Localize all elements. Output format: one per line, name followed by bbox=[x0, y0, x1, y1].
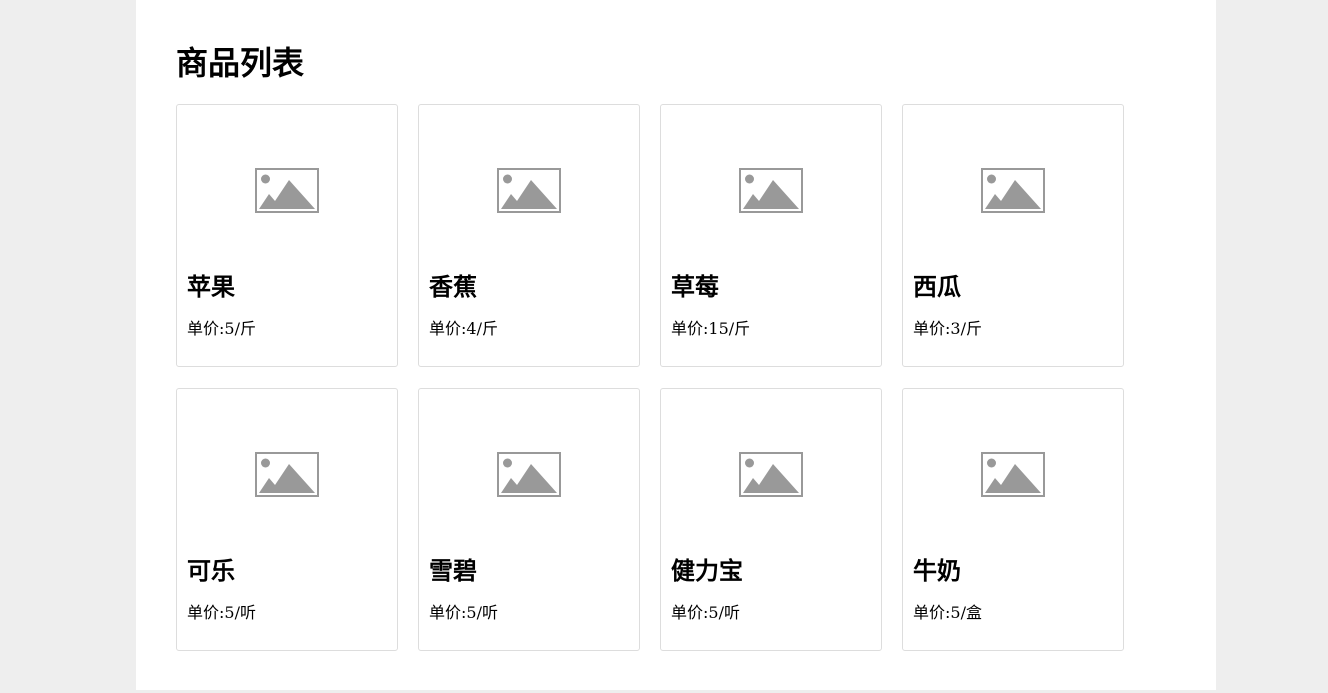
page-title: 商品列表 bbox=[176, 44, 305, 82]
price-value: 5/斤 bbox=[224, 319, 256, 338]
price-value: 5/盒 bbox=[950, 603, 982, 622]
product-grid: 苹果 单价:5/斤 香蕉 单价:4/斤 草莓 单价:15/斤 西瓜 单价:3/斤… bbox=[176, 104, 1176, 651]
image-placeholder-icon bbox=[739, 451, 803, 497]
price-label: 单价: bbox=[429, 319, 467, 338]
price-value: 5/听 bbox=[466, 603, 498, 622]
product-price: 单价:15/斤 bbox=[671, 318, 750, 340]
image-placeholder-icon bbox=[739, 167, 803, 213]
image-placeholder-icon bbox=[981, 451, 1045, 497]
price-label: 单价: bbox=[429, 603, 467, 622]
price-value: 15/斤 bbox=[708, 319, 751, 338]
product-card[interactable]: 牛奶 单价:5/盒 bbox=[902, 388, 1124, 651]
product-card[interactable]: 香蕉 单价:4/斤 bbox=[418, 104, 640, 367]
price-label: 单价: bbox=[671, 603, 709, 622]
product-card[interactable]: 健力宝 单价:5/听 bbox=[660, 388, 882, 651]
product-name: 可乐 bbox=[187, 556, 235, 585]
image-placeholder-icon bbox=[255, 451, 319, 497]
product-card[interactable]: 草莓 单价:15/斤 bbox=[660, 104, 882, 367]
product-card[interactable]: 可乐 单价:5/听 bbox=[176, 388, 398, 651]
price-label: 单价: bbox=[187, 603, 225, 622]
product-name: 香蕉 bbox=[429, 272, 477, 301]
image-placeholder-icon bbox=[255, 167, 319, 213]
product-card[interactable]: 苹果 单价:5/斤 bbox=[176, 104, 398, 367]
product-price: 单价:5/听 bbox=[187, 602, 256, 624]
image-placeholder-icon bbox=[981, 167, 1045, 213]
product-image bbox=[419, 389, 639, 559]
product-image bbox=[661, 389, 881, 559]
product-image bbox=[903, 389, 1123, 559]
product-name: 健力宝 bbox=[671, 556, 743, 585]
product-price: 单价:5/听 bbox=[671, 602, 740, 624]
price-label: 单价: bbox=[913, 319, 951, 338]
main-content: 商品列表 苹果 单价:5/斤 香蕉 单价:4/斤 草莓 单价:15/斤 西瓜 单… bbox=[136, 0, 1216, 690]
price-label: 单价: bbox=[671, 319, 709, 338]
product-image bbox=[661, 105, 881, 275]
price-value: 5/听 bbox=[708, 603, 740, 622]
product-card[interactable]: 西瓜 单价:3/斤 bbox=[902, 104, 1124, 367]
price-label: 单价: bbox=[913, 603, 951, 622]
image-placeholder-icon bbox=[497, 167, 561, 213]
price-value: 5/听 bbox=[224, 603, 256, 622]
product-name: 西瓜 bbox=[913, 272, 961, 301]
product-image bbox=[177, 105, 397, 275]
product-card[interactable]: 雪碧 单价:5/听 bbox=[418, 388, 640, 651]
product-price: 单价:5/斤 bbox=[187, 318, 256, 340]
price-value: 4/斤 bbox=[466, 319, 498, 338]
product-image bbox=[903, 105, 1123, 275]
product-name: 苹果 bbox=[187, 272, 235, 301]
product-price: 单价:4/斤 bbox=[429, 318, 498, 340]
product-name: 草莓 bbox=[671, 272, 719, 301]
product-price: 单价:5/听 bbox=[429, 602, 498, 624]
product-name: 雪碧 bbox=[429, 556, 477, 585]
product-image bbox=[419, 105, 639, 275]
product-price: 单价:3/斤 bbox=[913, 318, 982, 340]
product-price: 单价:5/盒 bbox=[913, 602, 982, 624]
product-name: 牛奶 bbox=[913, 556, 961, 585]
image-placeholder-icon bbox=[497, 451, 561, 497]
product-image bbox=[177, 389, 397, 559]
price-value: 3/斤 bbox=[950, 319, 982, 338]
price-label: 单价: bbox=[187, 319, 225, 338]
